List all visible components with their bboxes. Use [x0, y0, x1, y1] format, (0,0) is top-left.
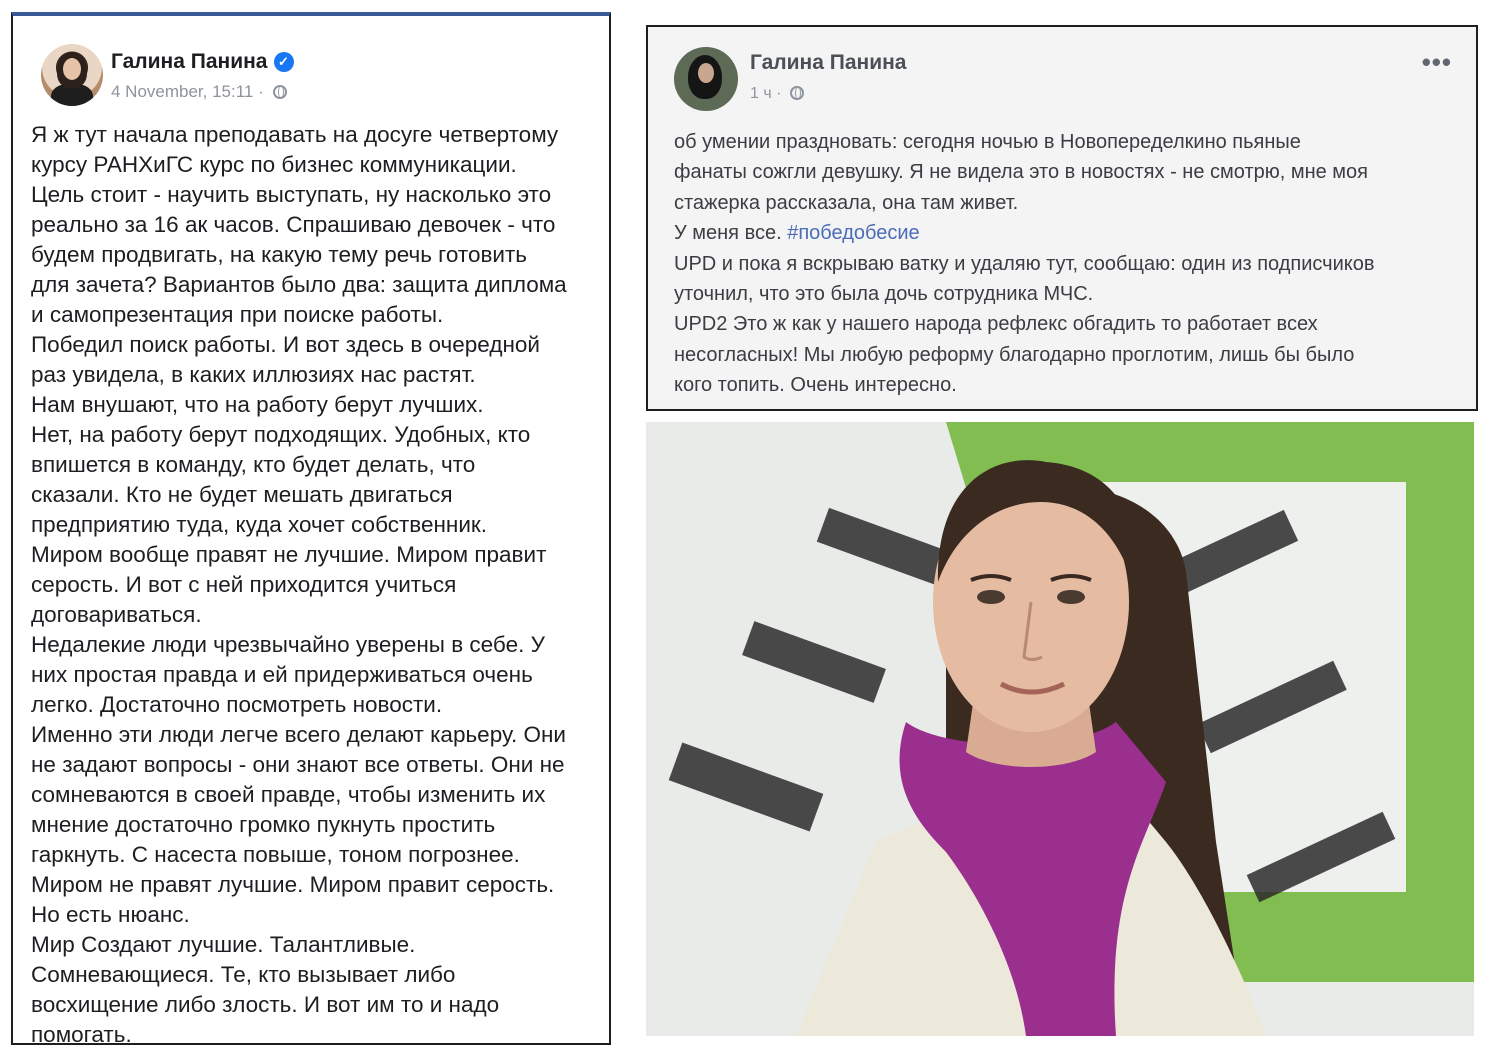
post-text: UPD2 Это ж как у нашего народа рефлекс о… — [674, 313, 1318, 336]
author-name[interactable]: Галина Панина — [111, 50, 268, 73]
post-text-line: легко. Достаточно посмотреть новости. — [31, 692, 443, 717]
post-text-line: Недалекие люди чрезвычайно уверены в себ… — [31, 632, 545, 657]
post-text: стажерка рассказала, она там живет. — [674, 191, 1019, 214]
post-timestamp[interactable]: 4 November, 15:11 · — [111, 82, 264, 101]
post-text-line: уточнил, что это была дочь сотрудника МЧ… — [674, 279, 1464, 309]
author-avatar[interactable] — [674, 47, 738, 111]
post-text-line: курсу РАНХиГС курс по бизнес коммуникаци… — [31, 152, 517, 177]
author-name[interactable]: Галина Панина — [750, 51, 907, 75]
post-text: фанаты сожгли девушку. Я не видела это в… — [674, 161, 1369, 184]
post-text-line: Миром вообще правят не лучшие. Миром пра… — [31, 542, 547, 567]
post-text-line: Цель стоит - научить выступать, ну наско… — [31, 182, 552, 207]
post-text-line: UPD2 Это ж как у нашего народа рефлекс о… — [674, 309, 1464, 339]
post-text-line: стажерка рассказала, она там живет. — [674, 188, 1464, 218]
post-text-line: не задают вопросы - они знают все ответы… — [31, 752, 565, 777]
post-text: UPD и пока я вскрываю ватку и удаляю тут… — [674, 252, 1375, 275]
post-text-line: Нет, на работу берут подходящих. Удобных… — [31, 422, 531, 447]
photo-illustration — [646, 422, 1474, 1036]
post-text-line: Но есть нюанс. — [31, 902, 190, 927]
post-text-line: восхищение либо злость. И вот им то и на… — [31, 992, 500, 1017]
post-text: уточнил, что это была дочь сотрудника МЧ… — [674, 283, 1094, 306]
left-facebook-post: Галина Панина ✓ 4 November, 15:11 · Я ж т… — [11, 12, 611, 1045]
author-name-row: Галина Панина ✓ — [111, 50, 294, 74]
post-text-line: фанаты сожгли девушку. Я не видела это в… — [674, 157, 1464, 187]
post-text-line: Победил поиск работы. И вот здесь в очер… — [31, 332, 540, 357]
post-text-line: Миром не правят лучшие. Миром правит сер… — [31, 872, 555, 897]
post-text: У меня все. — [674, 222, 788, 245]
post-text-line: будем продвигать, на какую тему речь гот… — [31, 242, 528, 267]
post-text-line: мнение достаточно громко пукнуть простит… — [31, 812, 496, 837]
post-meta: 4 November, 15:11 · — [111, 82, 287, 102]
post-text-line: и самопрезентация при поиске работы. — [31, 302, 444, 327]
post-text-line: предприятию туда, куда хочет собственник… — [31, 512, 487, 537]
post-text-line: раз увидела, в каких иллюзиях нас растят… — [31, 362, 476, 387]
post-text-line: Я ж тут начала преподавать на досуге чет… — [31, 122, 559, 147]
portrait-photo — [646, 422, 1474, 1036]
post-text-line: для зачета? Вариантов было два: защита д… — [31, 272, 567, 297]
post-text-line: UPD и пока я вскрываю ватку и удаляю тут… — [674, 249, 1464, 279]
post-text: несогласных! Мы любую реформу благодарно… — [674, 343, 1355, 366]
more-options-icon[interactable]: ••• — [1422, 47, 1452, 78]
post-text-line: об умении праздновать: сегодня ночью в Н… — [674, 127, 1464, 157]
post-text-line: сомневаются в своей правде, чтобы измени… — [31, 782, 546, 807]
globe-icon — [272, 85, 287, 99]
post-text-line: серость. И вот с ней приходится учиться — [31, 572, 457, 597]
post-text-line: Сомневающиеся. Те, кто вызывает либо — [31, 962, 456, 987]
post-text-line: сказали. Кто не будет мешать двигаться — [31, 482, 453, 507]
post-text-line: Именно эти люди легче всего делают карье… — [31, 722, 566, 747]
globe-icon — [789, 86, 804, 100]
post-timestamp[interactable]: 1 ч · — [750, 85, 781, 102]
post-text: об умении праздновать: сегодня ночью в Н… — [674, 131, 1301, 153]
post-body: Я ж тут начала преподавать на досуге чет… — [31, 120, 601, 1045]
right-facebook-post-screenshot: Галина Панина 1 ч · ••• об умении праздн… — [646, 25, 1478, 411]
post-text-line: гаркнуть. С насеста повыше, тоном погроз… — [31, 842, 520, 867]
post-text-line: Мир Создают лучшие. Талантливые. — [31, 932, 416, 957]
hashtag-link[interactable]: #победобесие — [787, 222, 919, 244]
post-text-line: договариваться. — [31, 602, 202, 627]
post-text-line: впишется в команду, кто будет делать, чт… — [31, 452, 476, 477]
post-text-line: реально за 16 ак часов. Спрашиваю девоче… — [31, 212, 556, 237]
post-text-line: помогать. — [31, 1022, 132, 1045]
post-text-line: кого топить. Очень интересно. — [674, 370, 1464, 400]
post-text-line: них простая правда и ей придерживаться о… — [31, 662, 533, 687]
post-meta: 1 ч · — [750, 85, 804, 103]
post-text-line: Нам внушают, что на работу берут лучших. — [31, 392, 484, 417]
post-text-line: несогласных! Мы любую реформу благодарно… — [674, 340, 1464, 370]
post-text-line: У меня все. #победобесие — [674, 218, 1464, 248]
post-text: кого топить. Очень интересно. — [674, 374, 957, 397]
verified-badge-icon: ✓ — [273, 52, 294, 72]
author-avatar[interactable] — [41, 44, 103, 106]
post-body: об умении праздновать: сегодня ночью в Н… — [674, 127, 1464, 401]
